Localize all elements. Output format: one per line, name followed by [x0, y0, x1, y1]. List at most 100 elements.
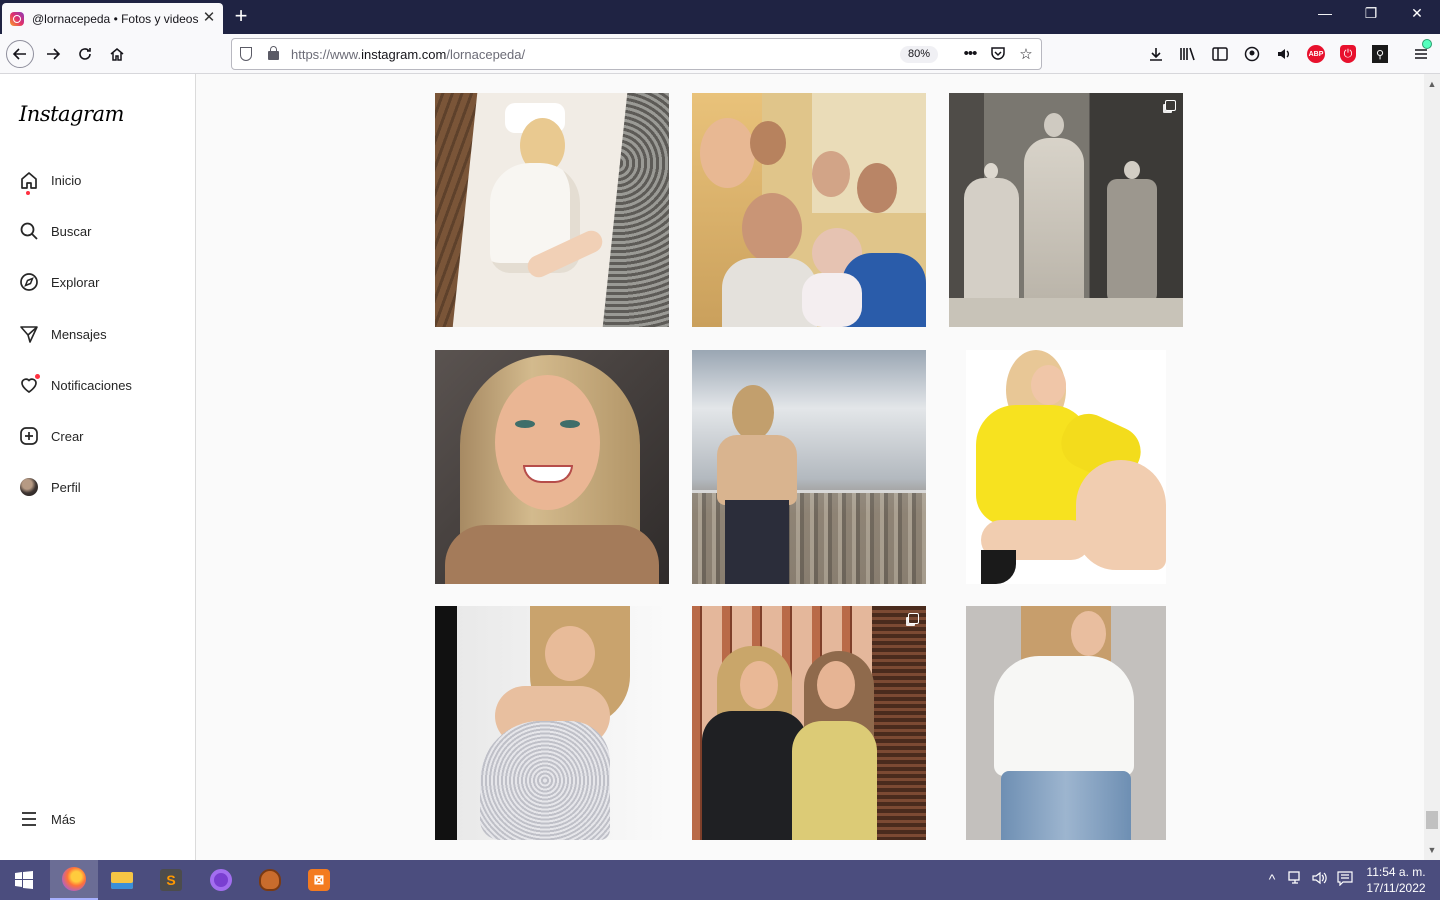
profile-posts-grid	[196, 74, 1424, 860]
baseball-glove-icon	[259, 869, 281, 891]
library-icon[interactable]	[1177, 43, 1199, 65]
nav-item-crear[interactable]: Crear	[18, 424, 84, 448]
reload-button[interactable]	[71, 40, 99, 68]
pocket-shape-icon	[991, 47, 1005, 60]
post-yellow-sweater[interactable]	[966, 350, 1166, 584]
home-icon	[18, 169, 40, 195]
hamburger-menu-icon[interactable]	[1410, 39, 1432, 65]
page-scrollbar[interactable]: ▲ ▼	[1424, 74, 1440, 860]
abp-badge: ABP	[1307, 45, 1325, 63]
post-city-balcony[interactable]	[692, 350, 926, 584]
windows-logo-icon	[15, 871, 33, 889]
adblock-plus-icon[interactable]: ABP	[1305, 43, 1327, 65]
send-icon	[18, 323, 40, 345]
compass-icon	[18, 271, 40, 293]
sublime-text-icon: S	[160, 869, 182, 891]
nav-item-mensajes[interactable]: Mensajes	[18, 322, 107, 346]
minimize-button[interactable]: —	[1310, 5, 1340, 21]
scroll-up-icon[interactable]: ▲	[1424, 76, 1440, 92]
notification-dot-icon	[26, 191, 30, 195]
nav-item-explorar[interactable]: Explorar	[18, 270, 99, 294]
new-tab-button[interactable]: +	[231, 4, 251, 28]
url-path: /lornacepeda/	[446, 47, 526, 62]
tab-instagram[interactable]: @lornacepeda • Fotos y videos ✕	[2, 3, 223, 34]
speaker-icon[interactable]	[1273, 43, 1295, 65]
nav-label: Buscar	[51, 223, 92, 239]
maximize-button[interactable]: ❐	[1356, 5, 1386, 22]
page-actions-icon[interactable]: •••	[960, 45, 980, 62]
post-family-selfie[interactable]	[692, 93, 926, 327]
post-two-women-doorway[interactable]	[692, 606, 926, 840]
books-icon	[1180, 47, 1195, 61]
ublock-origin-icon[interactable]: ⏻	[1337, 43, 1359, 65]
nav-item-mas[interactable]: Más	[18, 807, 76, 831]
post-smiling-selfie[interactable]	[435, 350, 669, 584]
scrollbar-thumb[interactable]	[1426, 811, 1438, 829]
house-icon	[110, 48, 124, 61]
instagram-sidebar: Instagram Inicio Buscar Explorar Mensaje…	[0, 74, 196, 860]
windows-start-button[interactable]	[0, 860, 48, 900]
scroll-down-icon[interactable]: ▼	[1424, 842, 1440, 858]
github-desktop-icon	[210, 869, 232, 891]
padlock-icon[interactable]	[268, 46, 279, 60]
network-monitor-icon	[1288, 871, 1300, 884]
network-icon[interactable]	[1287, 871, 1305, 888]
ublock-shield: ⏻	[1340, 45, 1356, 63]
nav-item-perfil[interactable]: Perfil	[18, 475, 81, 499]
post-spa-lounger[interactable]	[435, 93, 669, 327]
nav-label: Mensajes	[51, 326, 107, 342]
windows-taskbar: S ⊠ ^ 11:54 a. m. 17/11/2022	[0, 860, 1440, 900]
nav-item-buscar[interactable]: Buscar	[18, 219, 91, 243]
url-domain: instagram.com	[361, 47, 447, 62]
browser-navigation-bar: https://www.instagram.com/lornacepeda/ 8…	[0, 34, 1440, 74]
firefox-icon	[62, 867, 86, 891]
taskbar-sublime-text[interactable]: S	[147, 860, 195, 900]
forward-button[interactable]	[39, 40, 67, 68]
extension-icon[interactable]: ⚲	[1369, 43, 1391, 65]
arrow-right-icon	[47, 48, 61, 60]
clock-time: 11:54 a. m.	[1366, 865, 1426, 879]
url-text[interactable]: https://www.instagram.com/lornacepeda/	[291, 47, 525, 62]
post-white-tee-jeans[interactable]	[966, 606, 1166, 840]
back-button[interactable]	[6, 40, 34, 68]
nav-item-notificaciones[interactable]: Notificaciones	[18, 373, 132, 397]
nav-label: Inicio	[51, 172, 82, 188]
taskbar-firefox[interactable]	[50, 860, 98, 900]
plus-square-icon	[18, 425, 40, 447]
post-vintage-bw[interactable]	[949, 93, 1183, 327]
notification-dot-icon	[35, 374, 40, 379]
update-available-icon	[1422, 39, 1432, 49]
post-sequin-outfit[interactable]	[435, 606, 669, 840]
nav-item-inicio[interactable]: Inicio	[18, 168, 82, 195]
instagram-logo[interactable]: Instagram	[19, 102, 124, 126]
zoom-level-badge[interactable]: 80%	[900, 46, 938, 63]
speaker-tray-icon	[1312, 871, 1327, 885]
avatar	[18, 476, 40, 498]
taskbar-baseball-app[interactable]	[246, 860, 294, 900]
notifications-center-icon[interactable]	[1336, 871, 1354, 889]
tracking-shield-icon[interactable]	[240, 47, 252, 61]
volume-icon	[1278, 49, 1289, 59]
folder-icon	[111, 871, 133, 889]
sidebar-panel-icon	[1212, 47, 1228, 61]
tray-chevron-up-icon[interactable]: ^	[1263, 871, 1281, 887]
carousel-multiple-icon	[908, 613, 919, 624]
downloads-icon[interactable]	[1145, 43, 1167, 65]
search-icon	[18, 220, 40, 242]
speech-bubble-icon	[1337, 871, 1353, 887]
volume-tray-icon[interactable]	[1311, 871, 1329, 888]
url-bar[interactable]: https://www.instagram.com/lornacepeda/ 8…	[231, 38, 1042, 70]
extension-badge: ⚲	[1372, 45, 1388, 63]
tab-close-icon[interactable]: ✕	[201, 10, 217, 26]
system-clock[interactable]: 11:54 a. m. 17/11/2022	[1360, 864, 1432, 896]
bookmark-star-icon[interactable]: ☆	[1016, 45, 1036, 63]
taskbar-xampp[interactable]: ⊠	[295, 860, 343, 900]
pocket-icon[interactable]	[988, 45, 1008, 65]
taskbar-github-desktop[interactable]	[197, 860, 245, 900]
sidebar-toggle-icon[interactable]	[1209, 43, 1231, 65]
close-window-button[interactable]: ✕	[1402, 5, 1432, 22]
account-icon[interactable]	[1241, 43, 1263, 65]
taskbar-file-explorer[interactable]	[98, 860, 146, 900]
home-button[interactable]	[103, 40, 131, 68]
browser-tab-bar: @lornacepeda • Fotos y videos ✕ + — ❐ ✕	[0, 0, 1440, 34]
